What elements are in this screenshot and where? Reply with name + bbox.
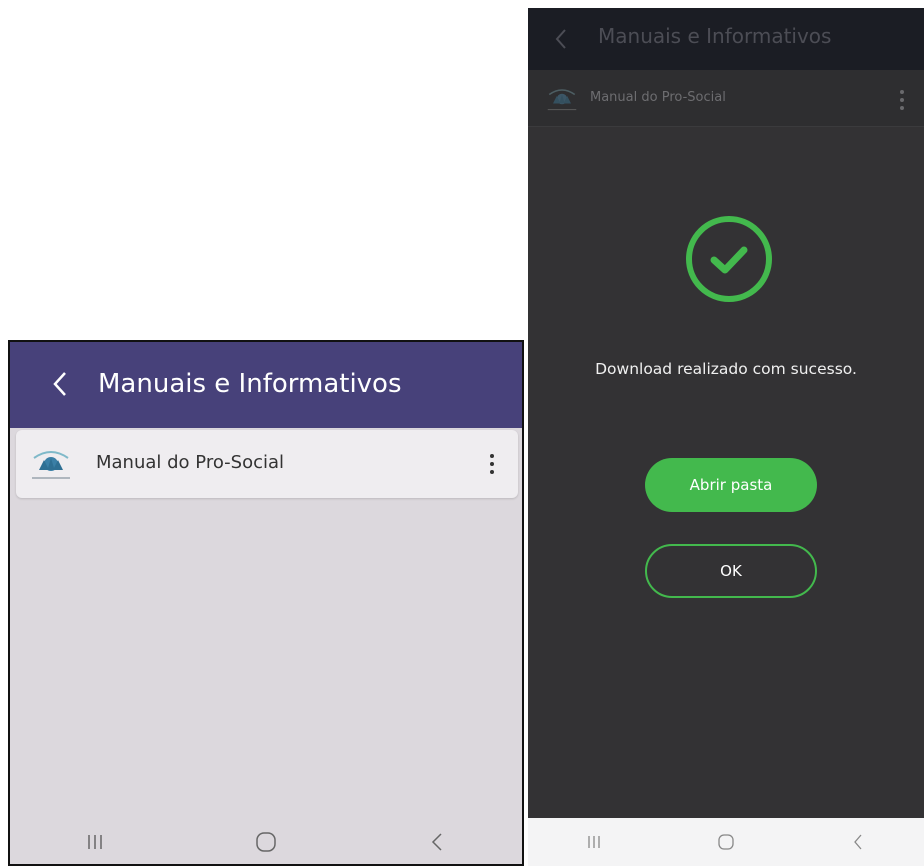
back-icon	[854, 834, 862, 850]
system-back-button[interactable]	[828, 822, 888, 862]
list-item-label: Manual do Pro-Social	[590, 90, 726, 105]
recents-icon	[588, 836, 600, 848]
home-button[interactable]	[236, 822, 296, 862]
recents-button[interactable]	[65, 822, 125, 862]
page-title: Manuais e Informativos	[98, 369, 402, 399]
system-nav-bar	[10, 820, 522, 864]
ok-button[interactable]: OK	[645, 544, 817, 598]
app-bar-dimmed: Manuais e Informativos	[528, 8, 924, 70]
left-phone-screen: Manuais e Informativos Manual do Pro-Soc…	[8, 340, 524, 866]
list-item-label: Manual do Pro-Social	[96, 452, 285, 473]
recents-icon	[88, 835, 103, 849]
list-item-manual[interactable]: Manual do Pro-Social	[528, 70, 924, 127]
more-vert-dot	[900, 98, 904, 102]
check-circle-icon	[684, 214, 774, 304]
right-phone-screen: Manuais e Informativos Manual do Pro-Soc…	[528, 8, 924, 866]
back-chevron-icon	[53, 372, 66, 396]
open-folder-button[interactable]: Abrir pasta	[645, 458, 817, 512]
home-button[interactable]	[696, 822, 756, 862]
home-icon	[256, 832, 276, 852]
more-options-button[interactable]	[480, 444, 504, 484]
system-nav-bar	[528, 818, 924, 866]
back-button[interactable]	[40, 362, 80, 406]
recents-button[interactable]	[564, 822, 624, 862]
more-vert-icon	[900, 90, 904, 94]
back-chevron-icon	[555, 29, 566, 49]
page-title: Manuais e Informativos	[598, 24, 832, 48]
more-vert-dot	[900, 106, 904, 110]
more-vert-dot	[490, 462, 494, 466]
list-item-manual[interactable]: Manual do Pro-Social	[16, 430, 518, 498]
more-vert-icon	[490, 454, 494, 458]
app-logo-icon	[32, 451, 70, 479]
app-logo-icon	[547, 89, 577, 111]
more-vert-dot	[490, 470, 494, 474]
back-button[interactable]	[546, 22, 576, 56]
home-icon	[718, 834, 734, 850]
success-message: Download realizado com sucesso.	[595, 360, 857, 378]
system-back-button[interactable]	[407, 822, 467, 862]
back-icon	[431, 833, 442, 851]
app-bar: Manuais e Informativos	[10, 342, 522, 428]
more-options-button[interactable]	[890, 80, 914, 120]
